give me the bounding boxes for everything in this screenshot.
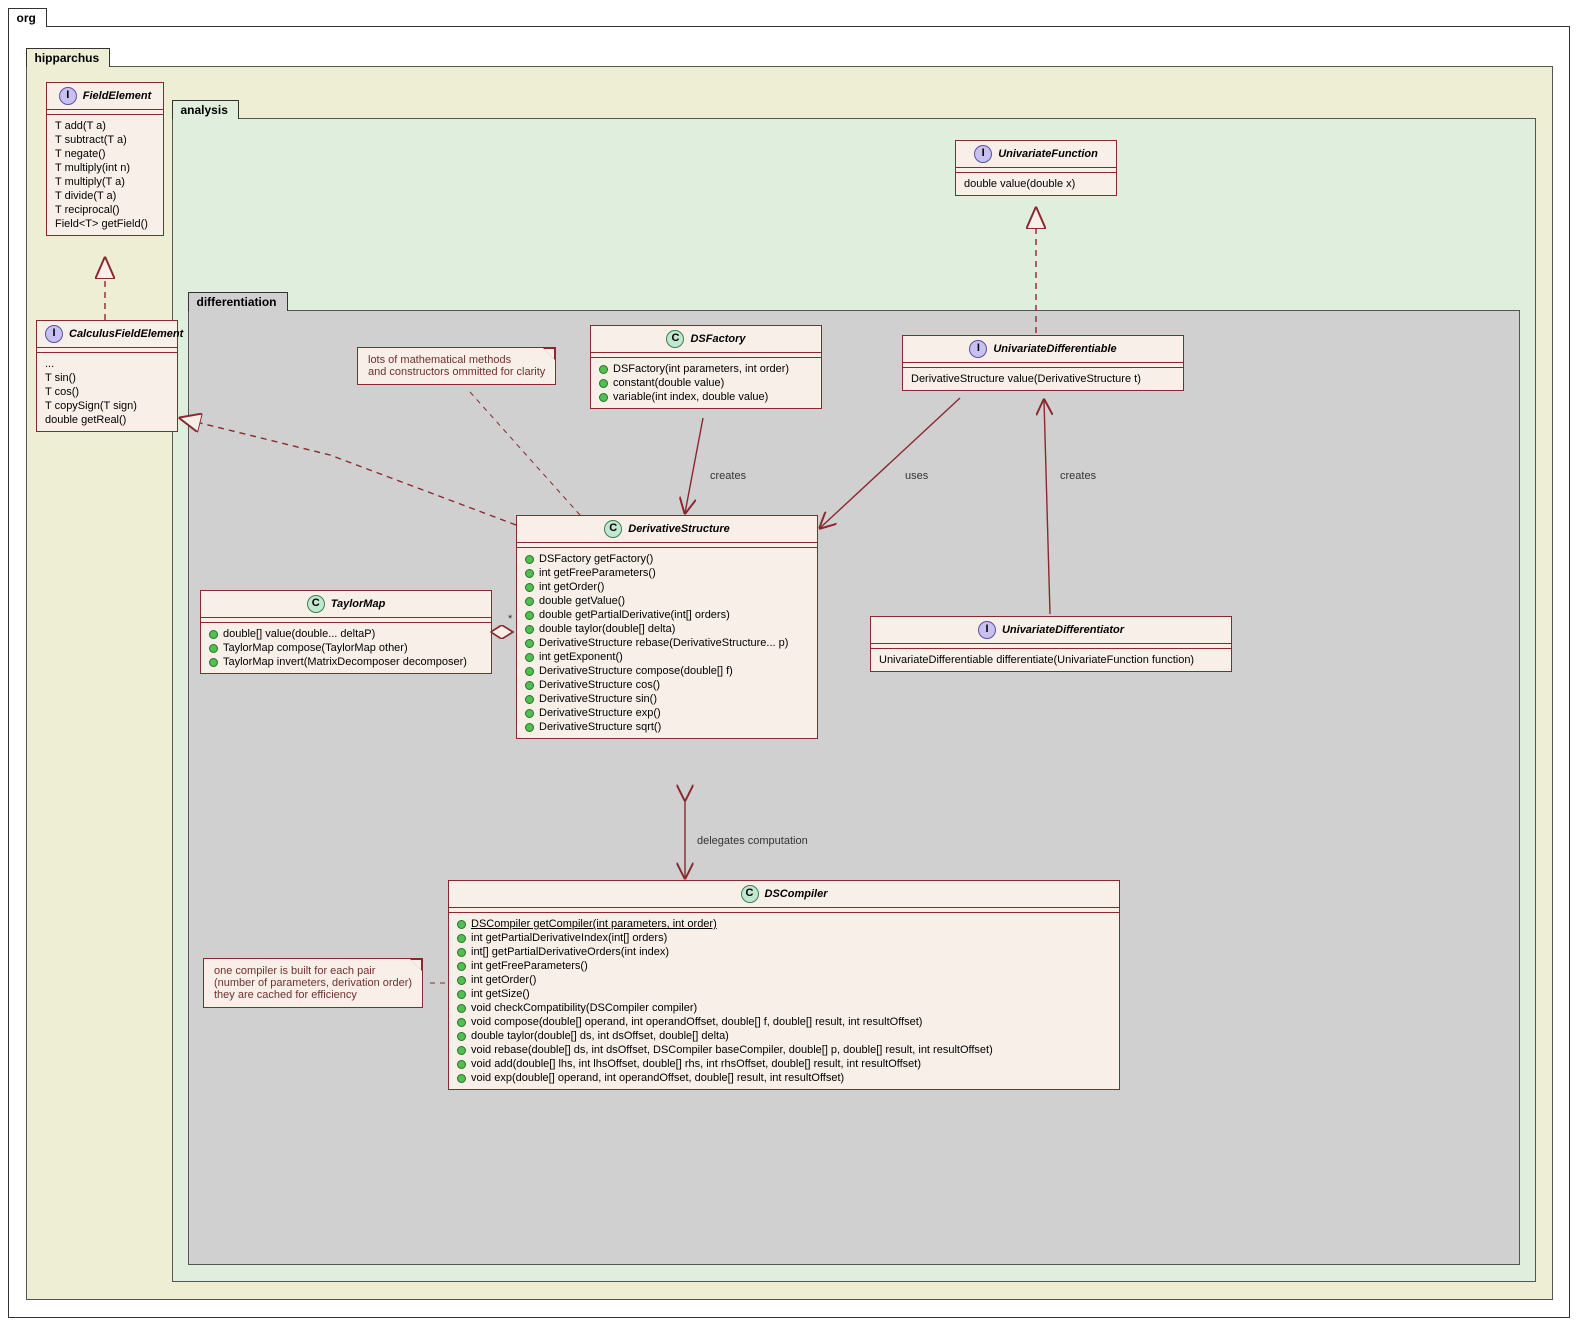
- public-dot-icon: [525, 667, 534, 676]
- public-dot-icon: [209, 630, 218, 639]
- public-dot-icon: [525, 583, 534, 592]
- package-tab-analysis: analysis: [172, 100, 239, 119]
- class-DSFactory: CDSFactory DSFactory(int parameters, int…: [590, 325, 822, 409]
- public-dot-icon: [525, 681, 534, 690]
- label-delegates: delegates computation: [697, 835, 808, 847]
- public-dot-icon: [457, 934, 466, 943]
- label-uses: uses: [905, 470, 928, 482]
- interface-icon: I: [45, 325, 63, 343]
- public-dot-icon: [457, 1018, 466, 1027]
- public-dot-icon: [525, 625, 534, 634]
- package-tab-org: org: [8, 8, 47, 27]
- public-dot-icon: [525, 695, 534, 704]
- public-dot-icon: [525, 639, 534, 648]
- interface-icon: I: [978, 621, 996, 639]
- class-title: DSCompiler: [765, 888, 828, 900]
- class-icon: C: [307, 595, 325, 613]
- public-dot-icon: [209, 644, 218, 653]
- public-dot-icon: [457, 1060, 466, 1069]
- class-UnivariateDifferentiator: IUnivariateDifferentiator UnivariateDiff…: [870, 616, 1232, 672]
- class-DerivativeStructure: CDerivativeStructure DSFactory getFactor…: [516, 515, 818, 739]
- interface-icon: I: [969, 340, 987, 358]
- class-icon: C: [741, 885, 759, 903]
- public-dot-icon: [457, 920, 466, 929]
- public-dot-icon: [525, 611, 534, 620]
- note-omitted-methods: lots of mathematical methods and constru…: [357, 347, 556, 385]
- label-multiplicity-star: *: [508, 613, 512, 625]
- class-title: UnivariateFunction: [998, 148, 1098, 160]
- public-dot-icon: [525, 653, 534, 662]
- class-icon: C: [666, 330, 684, 348]
- public-dot-icon: [525, 569, 534, 578]
- public-dot-icon: [457, 948, 466, 957]
- class-title: UnivariateDifferentiable: [993, 343, 1116, 355]
- label-creates-differentiator: creates: [1060, 470, 1096, 482]
- public-dot-icon: [457, 990, 466, 999]
- class-title: UnivariateDifferentiator: [1002, 624, 1124, 636]
- public-dot-icon: [525, 709, 534, 718]
- public-dot-icon: [599, 393, 608, 402]
- public-dot-icon: [599, 365, 608, 374]
- class-FieldElement: IFieldElement T add(T a) T subtract(T a)…: [46, 82, 164, 236]
- class-title: CalculusFieldElement: [69, 328, 183, 340]
- public-dot-icon: [525, 723, 534, 732]
- interface-icon: I: [59, 87, 77, 105]
- label-creates-dsfactory: creates: [710, 470, 746, 482]
- public-dot-icon: [599, 379, 608, 388]
- public-dot-icon: [457, 1032, 466, 1041]
- class-title: TaylorMap: [331, 598, 386, 610]
- interface-icon: I: [974, 145, 992, 163]
- package-tab-hipparchus: hipparchus: [26, 48, 111, 67]
- class-DSCompiler: CDSCompiler DSCompiler getCompiler(int p…: [448, 880, 1120, 1090]
- public-dot-icon: [457, 962, 466, 971]
- public-dot-icon: [525, 597, 534, 606]
- class-title: FieldElement: [83, 90, 151, 102]
- class-UnivariateFunction: IUnivariateFunction double value(double …: [955, 140, 1117, 196]
- class-title: DSFactory: [690, 333, 745, 345]
- public-dot-icon: [457, 1046, 466, 1055]
- public-dot-icon: [457, 1004, 466, 1013]
- class-icon: C: [604, 520, 622, 538]
- class-TaylorMap: CTaylorMap double[] value(double... delt…: [200, 590, 492, 674]
- public-dot-icon: [457, 1074, 466, 1083]
- note-compiler-cache: one compiler is built for each pair (num…: [203, 958, 423, 1008]
- public-dot-icon: [525, 555, 534, 564]
- public-dot-icon: [209, 658, 218, 667]
- class-title: DerivativeStructure: [628, 523, 730, 535]
- class-CalculusFieldElement: ICalculusFieldElement ... T sin() T cos(…: [36, 320, 178, 432]
- package-tab-differentiation: differentiation: [188, 292, 288, 311]
- package-differentiation: differentiation: [188, 310, 1520, 1265]
- public-dot-icon: [457, 976, 466, 985]
- class-UnivariateDifferentiable: IUnivariateDifferentiable DerivativeStru…: [902, 335, 1184, 391]
